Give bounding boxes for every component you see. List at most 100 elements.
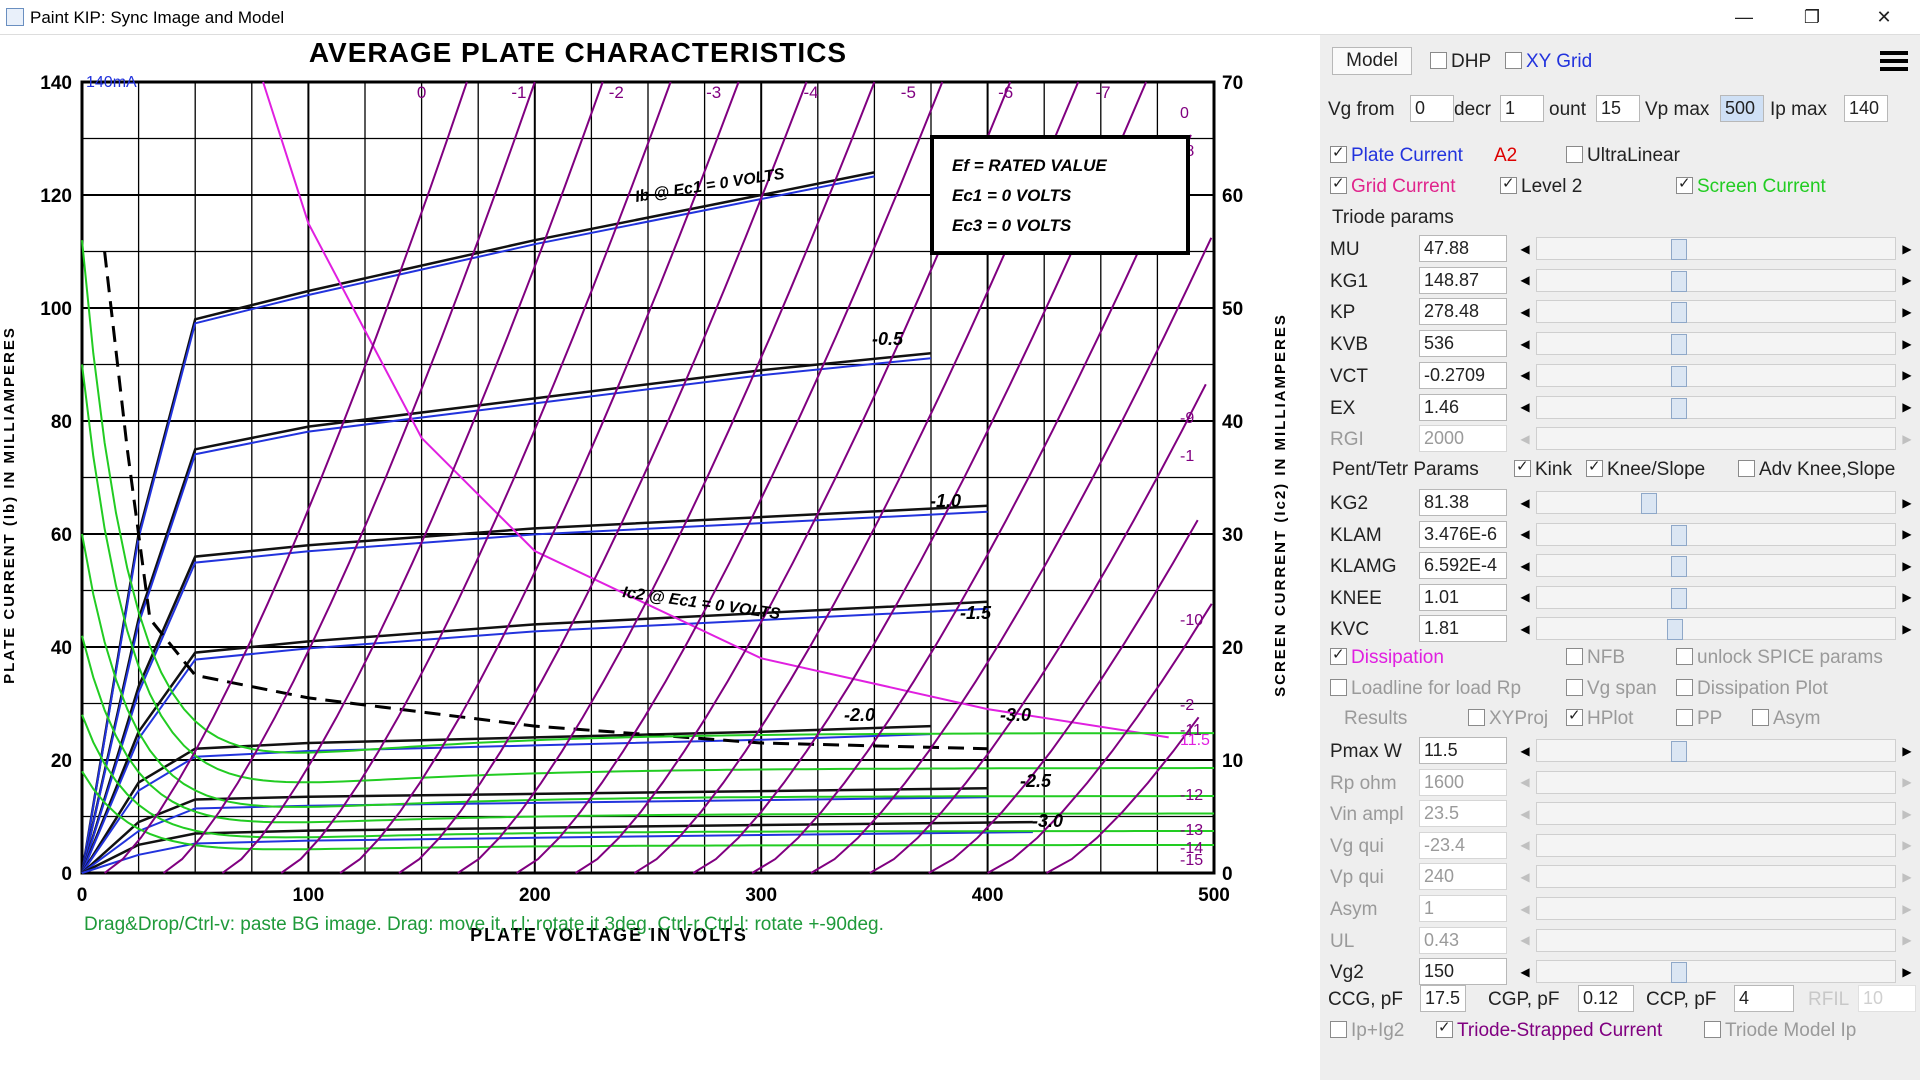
- slider-thumb[interactable]: [1671, 524, 1687, 546]
- vp-max-input[interactable]: 500: [1720, 95, 1764, 122]
- param-input[interactable]: 536: [1419, 330, 1507, 358]
- slider-thumb[interactable]: [1671, 365, 1687, 387]
- arrow-right-icon[interactable]: ▶: [1897, 426, 1917, 452]
- param-input[interactable]: 278.48: [1419, 298, 1507, 326]
- param-input[interactable]: 81.38: [1419, 489, 1507, 516]
- checkbox-box[interactable]: [1430, 52, 1447, 69]
- slider-track[interactable]: [1536, 554, 1896, 578]
- loadline-checkbox[interactable]: Loadline for load Rp: [1330, 678, 1521, 700]
- checkbox-box[interactable]: [1505, 52, 1522, 69]
- arrow-left-icon[interactable]: ◀: [1515, 236, 1535, 261]
- ultralinear-checkbox[interactable]: UltraLinear: [1566, 145, 1680, 167]
- slider-thumb[interactable]: [1671, 962, 1687, 984]
- slider-track[interactable]: [1536, 268, 1896, 292]
- checkbox-box[interactable]: [1330, 645, 1347, 665]
- arrow-right-icon[interactable]: ▶: [1897, 616, 1917, 642]
- minimize-button[interactable]: —: [1716, 0, 1772, 34]
- hplot-checkbox[interactable]: HPlot: [1566, 706, 1633, 730]
- arrow-right-icon[interactable]: ▶: [1897, 896, 1917, 921]
- arrow-right-icon[interactable]: ▶: [1897, 299, 1917, 325]
- slider-track[interactable]: [1536, 617, 1896, 641]
- arrow-right-icon[interactable]: ▶: [1897, 362, 1917, 388]
- arrow-right-icon[interactable]: ▶: [1897, 584, 1917, 610]
- param-slider[interactable]: ◀ ▶: [1515, 553, 1917, 579]
- checkbox-box[interactable]: [1330, 174, 1347, 194]
- slider-track[interactable]: [1536, 300, 1896, 324]
- slider-track[interactable]: [1536, 833, 1896, 857]
- slider-thumb[interactable]: [1641, 493, 1657, 514]
- arrow-right-icon[interactable]: ▶: [1897, 801, 1917, 827]
- arrow-left-icon[interactable]: ◀: [1515, 394, 1535, 420]
- checkbox-box[interactable]: [1586, 457, 1603, 477]
- screen-current-checkbox[interactable]: Screen Current: [1676, 174, 1826, 198]
- param-slider[interactable]: ◀ ▶: [1515, 832, 1917, 858]
- checkbox-box[interactable]: [1704, 1021, 1721, 1038]
- param-input[interactable]: -23.4: [1419, 831, 1507, 859]
- slider-thumb[interactable]: [1671, 556, 1687, 578]
- arrow-right-icon[interactable]: ▶: [1897, 832, 1917, 858]
- param-slider[interactable]: ◀ ▶: [1515, 896, 1917, 921]
- cgp-input[interactable]: 0.12: [1578, 985, 1634, 1012]
- knee-slope-checkbox[interactable]: Knee/Slope: [1586, 457, 1705, 481]
- menu-icon[interactable]: [1880, 47, 1908, 75]
- param-slider[interactable]: ◀ ▶: [1515, 927, 1917, 953]
- param-slider[interactable]: ◀ ▶: [1515, 584, 1917, 610]
- adv-knee-checkbox[interactable]: Adv Knee,Slope: [1738, 459, 1895, 481]
- arrow-right-icon[interactable]: ▶: [1897, 490, 1917, 515]
- slider-track[interactable]: [1536, 491, 1896, 514]
- checkbox-box[interactable]: [1514, 457, 1531, 477]
- slider-track[interactable]: [1536, 897, 1896, 920]
- arrow-right-icon[interactable]: ▶: [1897, 927, 1917, 953]
- param-input[interactable]: 11.5: [1419, 737, 1507, 764]
- dissipation-plot-checkbox[interactable]: Dissipation Plot: [1676, 678, 1828, 700]
- param-slider[interactable]: ◀ ▶: [1515, 801, 1917, 827]
- param-slider[interactable]: ◀ ▶: [1515, 521, 1917, 547]
- param-input[interactable]: 150: [1419, 958, 1507, 986]
- arrow-left-icon[interactable]: ◀: [1515, 864, 1535, 890]
- asym-checkbox[interactable]: Asym: [1752, 708, 1821, 730]
- param-input[interactable]: 148.87: [1419, 266, 1507, 294]
- dissipation-checkbox[interactable]: Dissipation: [1330, 645, 1444, 669]
- param-input[interactable]: 0.43: [1419, 926, 1507, 954]
- slider-track[interactable]: [1536, 237, 1896, 260]
- param-slider[interactable]: ◀ ▶: [1515, 331, 1917, 357]
- checkbox-box[interactable]: [1330, 143, 1347, 163]
- param-input[interactable]: 1: [1419, 895, 1507, 922]
- slider-thumb[interactable]: [1671, 302, 1687, 324]
- triode-strapped-checkbox[interactable]: Triode-Strapped Current: [1436, 1018, 1662, 1042]
- param-input[interactable]: -0.2709: [1419, 361, 1507, 389]
- checkbox-box[interactable]: [1436, 1018, 1453, 1038]
- arrow-right-icon[interactable]: ▶: [1897, 769, 1917, 795]
- plate-characteristics-chart[interactable]: AVERAGE PLATE CHARACTERISTICS PLATE VOLT…: [0, 35, 1320, 995]
- chart-canvas[interactable]: AVERAGE PLATE CHARACTERISTICS PLATE VOLT…: [0, 35, 1320, 1080]
- arrow-right-icon[interactable]: ▶: [1897, 553, 1917, 579]
- param-slider[interactable]: ◀ ▶: [1515, 616, 1917, 642]
- arrow-left-icon[interactable]: ◀: [1515, 584, 1535, 610]
- param-slider[interactable]: ◀ ▶: [1515, 426, 1917, 452]
- arrow-left-icon[interactable]: ◀: [1515, 801, 1535, 827]
- arrow-right-icon[interactable]: ▶: [1897, 521, 1917, 547]
- grid-current-checkbox[interactable]: Grid Current: [1330, 174, 1456, 198]
- param-input[interactable]: 1.46: [1419, 393, 1507, 421]
- arrow-right-icon[interactable]: ▶: [1897, 267, 1917, 293]
- arrow-left-icon[interactable]: ◀: [1515, 299, 1535, 325]
- arrow-right-icon[interactable]: ▶: [1897, 864, 1917, 890]
- slider-track[interactable]: [1536, 739, 1896, 762]
- arrow-left-icon[interactable]: ◀: [1515, 331, 1535, 357]
- param-slider[interactable]: ◀ ▶: [1515, 236, 1917, 261]
- checkbox-box[interactable]: [1676, 174, 1693, 194]
- slider-track[interactable]: [1536, 427, 1896, 451]
- checkbox-box[interactable]: [1468, 709, 1485, 726]
- arrow-left-icon[interactable]: ◀: [1515, 553, 1535, 579]
- level2-checkbox[interactable]: Level 2: [1500, 174, 1582, 198]
- slider-track[interactable]: [1536, 865, 1896, 889]
- kink-checkbox[interactable]: Kink: [1514, 457, 1572, 481]
- checkbox-box[interactable]: [1738, 460, 1755, 477]
- param-input[interactable]: 240: [1419, 863, 1507, 891]
- slider-track[interactable]: [1536, 960, 1896, 984]
- model-button[interactable]: Model: [1332, 47, 1412, 75]
- param-input[interactable]: 1.01: [1419, 583, 1507, 611]
- checkbox-box[interactable]: [1676, 648, 1693, 665]
- plate-current-checkbox[interactable]: Plate Current: [1330, 143, 1463, 167]
- arrow-left-icon[interactable]: ◀: [1515, 959, 1535, 985]
